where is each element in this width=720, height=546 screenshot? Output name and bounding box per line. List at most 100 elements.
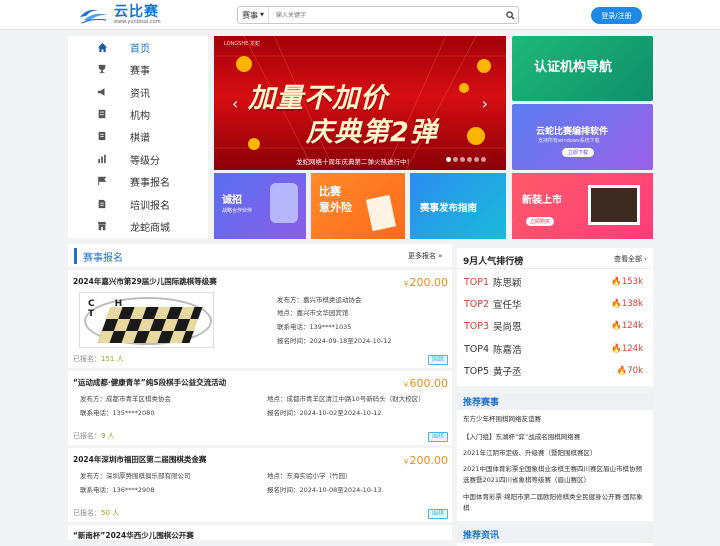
nav-item-event-signup[interactable]: 赛事报名 [68, 170, 208, 192]
event-location: 地点：成都市青羊区清江中路10号新码头（财大校区） [267, 395, 425, 403]
recommended-item[interactable]: 【入门组】东湖杯“弈”战成名围棋网络赛 [463, 432, 647, 443]
carousel-dot[interactable] [460, 157, 465, 162]
nav-item-home[interactable]: 首页 [68, 36, 208, 58]
flame-icon: 🔥 [611, 277, 622, 287]
carousel-prev-arrow[interactable]: ‹ [232, 94, 238, 113]
nav-item-events[interactable]: 赛事 [68, 58, 208, 80]
divider [457, 268, 653, 269]
event-price: ￥600.00 [402, 377, 449, 390]
carousel-dot[interactable] [474, 157, 479, 162]
signed-label: 已报名： [73, 509, 101, 517]
rank-player-name: 吴尚恩 [493, 322, 522, 333]
ranking-row[interactable]: TOP3 吴尚恩 🔥 124k [464, 317, 648, 335]
rank-player-name: 宣任华 [493, 300, 522, 311]
search-category-label: 赛事 [242, 10, 259, 20]
publish-guide-card[interactable]: 赛事发布指南 [410, 173, 506, 239]
event-location: 地点：东海实验小学（竹园） [267, 472, 352, 480]
nav-label: 机构 [130, 110, 150, 122]
event-category-tag[interactable]: 围棋 [427, 509, 448, 519]
event-publisher: 发布方：嘉兴市棋类运动协会 [277, 296, 362, 304]
nav-item-orgs[interactable]: 机构 [68, 103, 208, 125]
rank-number: TOP3 [464, 320, 490, 332]
document-icon [96, 198, 108, 210]
event-signed-count: 已报名：151 人 [73, 354, 124, 364]
events-more-link[interactable]: 更多报名 » [408, 251, 443, 261]
event-title: 2024年嘉兴市第29届少儿国际跳棋等级赛 [73, 277, 217, 286]
carousel-dot[interactable] [453, 157, 458, 162]
megaphone-icon [96, 86, 108, 98]
signed-value: 151 人 [101, 355, 124, 363]
ranking-title: 9月人气排行榜 [463, 257, 524, 267]
event-category-tag[interactable]: 围棋 [427, 432, 448, 442]
card-title: 新装上市 [522, 195, 562, 206]
org-navigation-banner[interactable]: 认证机构导航 [512, 36, 653, 101]
popularity-ranking: 9月人气排行榜 查看全部 › TOP1 陈思颖 🔥 153k TOP2 宣任华 🔥… [457, 248, 653, 386]
download-now-button[interactable]: 立即下载 [562, 148, 595, 157]
partner-recruit-card[interactable]: 诚招 战略合作伙伴 [214, 173, 306, 239]
banner-headline-2: 庆典第2弹 [306, 117, 438, 148]
login-register-button[interactable]: 登录/注册 [591, 7, 642, 24]
nav-label: 资讯 [130, 88, 150, 100]
event-card[interactable]: 2024年嘉兴市第29届少儿国际跳棋等级赛 ￥200.00 CH TON 发布方… [68, 270, 452, 368]
promo-carousel[interactable]: LONGSHE·龙蛇 加量不加价 庆典第2弹 龙蛇网络十周年庆典第二弹火热进行中… [214, 36, 506, 170]
nav-item-games[interactable]: 棋谱 [68, 125, 208, 147]
ranking-view-all-link[interactable]: 查看全部 › [614, 254, 647, 264]
card-subtitle: 意外险 [319, 201, 352, 214]
buy-now-button[interactable]: 立即购买 [526, 217, 555, 226]
search-icon [505, 10, 515, 20]
carousel-dot[interactable] [467, 157, 472, 162]
software-banner-title: 云蛇比赛编排软件 [536, 127, 609, 137]
decor-board-icon [588, 185, 640, 225]
card-title: 比赛 [319, 185, 341, 198]
nav-item-training-signup[interactable]: 培训报名 [68, 193, 208, 215]
site-logo[interactable]: 云比赛 www.yunbisai.com [78, 3, 161, 27]
nav-item-news[interactable]: 资讯 [68, 81, 208, 103]
search-button[interactable] [502, 7, 518, 23]
new-products-card[interactable]: 新装上市 立即购买 [512, 173, 653, 239]
ranking-row[interactable]: TOP5 黄子丞 🔥 70k [464, 362, 648, 380]
logo-chinese: 云比赛 [114, 4, 159, 20]
carousel-dot[interactable] [481, 157, 486, 162]
event-card[interactable]: 2024年深圳市福田区第二届围棋类金赛 ￥200.00 发布方：深圳厚势围棋俱乐… [68, 448, 452, 522]
event-card[interactable]: “运动成都·健康青羊”纯S段棋手公益交流活动 ￥600.00 发布方：成都市青羊… [68, 371, 452, 445]
card-subtitle: 战略合作伙伴 [222, 208, 253, 214]
software-download-banner[interactable]: 云蛇比赛编排软件 支持所有windows系统下载 立即下载 [512, 104, 653, 170]
nav-item-shop[interactable]: 龙蛇商城 [68, 215, 208, 237]
event-category-tag[interactable]: 国跳 [427, 355, 448, 365]
building-icon [96, 108, 108, 120]
ranking-row[interactable]: TOP4 陈嘉浩 🔥 124k [464, 340, 648, 358]
rank-number: TOP1 [464, 276, 490, 288]
nav-label: 龙蛇商城 [130, 222, 170, 234]
insurance-card[interactable]: 比赛 意外险 [311, 173, 405, 239]
ranking-row[interactable]: TOP2 宣任华 🔥 138k [464, 295, 648, 313]
rank-score-value: 124k [621, 321, 643, 331]
rank-score-value: 138k [621, 299, 643, 309]
category-nav: 首页 赛事 资讯 机构 棋谱 等级分 赛事报名 培训报名 龙蛇商城 [68, 36, 208, 238]
top-bar: 云比赛 www.yunbisai.com 赛事▼ 登录/注册 [0, 0, 720, 30]
recommended-item[interactable]: 中国体育彩票·绵阳市第二届欧阳修棋类全民健身公开赛·国际象棋 [463, 492, 647, 514]
event-publisher: 发布方：深圳厚势围棋俱乐部有限公司 [80, 472, 191, 480]
shop-icon [96, 220, 108, 232]
recommended-item[interactable]: 东方少年杯围棋网络友谊赛 [463, 414, 647, 425]
search-input[interactable] [269, 7, 502, 23]
ranking-row[interactable]: TOP1 陈思颖 🔥 153k [464, 273, 648, 291]
recommended-item[interactable]: 2021中国体育彩票全国象棋业余棋王赛四川赛区眉山市棋协预选赛暨2021四川省象… [463, 464, 647, 486]
news-title: 推荐资讯 [457, 526, 653, 543]
event-phone: 联系电话：139****1035 [277, 323, 352, 331]
nav-item-ratings[interactable]: 等级分 [68, 148, 208, 170]
event-title: “新南杯”2024华西少儿围棋公开赛 [73, 531, 194, 540]
software-banner-subtitle: 支持所有windows系统下载 [538, 138, 600, 144]
event-image: CH TON [79, 292, 214, 348]
search-category-select[interactable]: 赛事 ▼ [238, 7, 269, 23]
card-title: 诚招 [222, 195, 242, 206]
carousel-dot[interactable] [446, 157, 451, 162]
rank-score-value: 153k [621, 277, 643, 287]
carousel-next-arrow[interactable]: › [482, 94, 488, 113]
event-card[interactable]: “新南杯”2024华西少儿围棋公开赛 [68, 525, 452, 540]
rank-player-name: 黄子丞 [493, 367, 522, 378]
flame-icon: 🔥 [611, 299, 622, 309]
event-location: 地点：嘉兴市文华园宾馆 [277, 309, 349, 317]
recommended-events: 推荐赛事 东方少年杯围棋网络友谊赛 【入门组】东湖杯“弈”战成名围棋网络赛 20… [457, 393, 653, 521]
recommended-item[interactable]: 2021年江阴市定级、升级赛（暨阳围棋赛区） [463, 448, 647, 459]
signed-value: 50 人 [101, 509, 120, 517]
